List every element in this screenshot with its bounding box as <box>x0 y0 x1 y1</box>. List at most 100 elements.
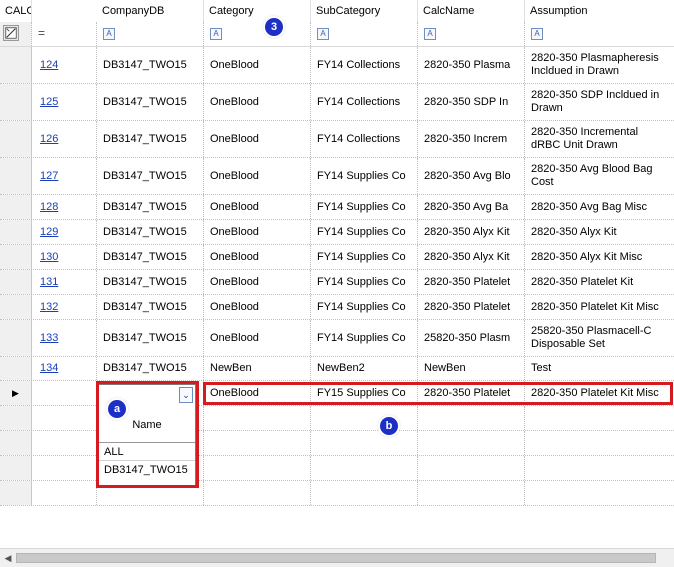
calcname-cell[interactable]: 2820-350 Platelet <box>418 270 525 294</box>
category-cell[interactable]: OneBlood <box>204 47 311 83</box>
table-row[interactable]: 128 DB3147_TWO15 OneBlood FY14 Supplies … <box>0 195 674 220</box>
table-row[interactable]: 124 DB3147_TWO15 OneBlood FY14 Collectio… <box>0 47 674 84</box>
companydb-cell[interactable]: DB3147_TWO15 <box>97 245 204 269</box>
row-selector[interactable] <box>0 47 32 83</box>
subcategory-cell[interactable]: FY14 Supplies Co <box>311 220 418 244</box>
row-selector[interactable]: ▶ <box>0 381 32 405</box>
subcategory-cell[interactable]: FY14 Supplies Co <box>311 245 418 269</box>
calcid-link[interactable]: 131 <box>32 270 97 294</box>
text-filter-icon[interactable]: A <box>210 28 222 40</box>
row-selector[interactable] <box>0 357 32 380</box>
calcid-link[interactable]: 125 <box>32 84 97 120</box>
category-cell[interactable]: OneBlood <box>204 320 311 356</box>
row-selector[interactable] <box>0 245 32 269</box>
filter-clear-cell[interactable] <box>0 22 32 46</box>
calcname-cell[interactable]: 2820-350 Plasma <box>418 47 525 83</box>
table-row[interactable]: 130 DB3147_TWO15 OneBlood FY14 Supplies … <box>0 245 674 270</box>
filter-clear-icon[interactable] <box>3 25 19 41</box>
assumption-cell[interactable]: 2820-350 Platelet Kit Misc <box>525 295 674 319</box>
horizontal-scrollbar[interactable]: ◀ <box>0 548 674 567</box>
assumption-cell[interactable]: 2820-350 Alyx Kit Misc <box>525 245 674 269</box>
filter-cell-subcategory[interactable]: A <box>311 22 418 46</box>
text-filter-icon[interactable]: A <box>531 28 543 40</box>
subcategory-cell[interactable]: FY14 Supplies Co <box>311 320 418 356</box>
calcid-link[interactable]: 127 <box>32 158 97 194</box>
category-cell[interactable]: OneBlood <box>204 295 311 319</box>
companydb-cell[interactable]: DB3147_TWO15 <box>97 270 204 294</box>
assumption-cell[interactable]: 25820-350 Plasmacell-C Disposable Set <box>525 320 674 356</box>
filter-cell-calcname[interactable]: A <box>418 22 525 46</box>
companydb-cell[interactable]: DB3147_TWO15 <box>97 121 204 157</box>
text-filter-icon[interactable]: A <box>424 28 436 40</box>
row-selector[interactable] <box>0 481 32 505</box>
calcname-cell[interactable]: 2820-350 Platelet <box>418 295 525 319</box>
column-header-assumption[interactable]: Assumption <box>525 0 674 22</box>
table-row[interactable]: 131 DB3147_TWO15 OneBlood FY14 Supplies … <box>0 270 674 295</box>
assumption-cell[interactable]: 2820-350 Incremental dRBC Unit Drawn <box>525 121 674 157</box>
assumption-cell[interactable]: 2820-350 Avg Bag Misc <box>525 195 674 219</box>
companydb-cell[interactable]: DB3147_TWO15 <box>97 158 204 194</box>
column-header-subcategory[interactable]: SubCategory <box>311 0 418 22</box>
assumption-cell[interactable]: 2820-350 Platelet Kit <box>525 270 674 294</box>
category-cell[interactable]: NewBen <box>204 357 311 380</box>
category-cell[interactable]: OneBlood <box>204 84 311 120</box>
column-header-calcname[interactable]: CalcName <box>418 0 525 22</box>
row-selector[interactable] <box>0 195 32 219</box>
calcname-cell[interactable]: 2820-350 Avg Ba <box>418 195 525 219</box>
calcid-link[interactable]: 124 <box>32 47 97 83</box>
table-row[interactable]: 125 DB3147_TWO15 OneBlood FY14 Collectio… <box>0 84 674 121</box>
column-header-category[interactable]: Category <box>204 0 311 22</box>
companydb-cell[interactable]: DB3147_TWO15 <box>97 320 204 356</box>
companydb-cell[interactable]: DB3147_TWO15 <box>97 195 204 219</box>
filter-cell-category[interactable]: A <box>204 22 311 46</box>
row-selector[interactable] <box>0 406 32 430</box>
category-cell[interactable]: OneBlood <box>204 245 311 269</box>
calcid-link[interactable]: 132 <box>32 295 97 319</box>
calcid-cell[interactable] <box>32 381 97 405</box>
table-row[interactable]: 133 DB3147_TWO15 OneBlood FY14 Supplies … <box>0 320 674 357</box>
subcategory-cell[interactable]: NewBen2 <box>311 357 418 380</box>
category-cell[interactable]: OneBlood <box>204 220 311 244</box>
scroll-left-icon[interactable]: ◀ <box>2 552 14 564</box>
subcategory-cell[interactable]: FY14 Supplies Co <box>311 295 418 319</box>
category-cell[interactable]: OneBlood <box>204 158 311 194</box>
subcategory-cell[interactable]: FY14 Collections <box>311 84 418 120</box>
assumption-cell[interactable]: Test <box>525 357 674 380</box>
calcid-link[interactable]: 134 <box>32 357 97 380</box>
subcategory-cell[interactable]: FY14 Collections <box>311 121 418 157</box>
table-row[interactable]: 132 DB3147_TWO15 OneBlood FY14 Supplies … <box>0 295 674 320</box>
table-row[interactable]: 129 DB3147_TWO15 OneBlood FY14 Supplies … <box>0 220 674 245</box>
filter-cell-companydb[interactable]: A <box>97 22 204 46</box>
text-filter-icon[interactable]: A <box>317 28 329 40</box>
calcid-link[interactable]: 129 <box>32 220 97 244</box>
column-header-companydb[interactable]: CompanyDB <box>97 0 204 22</box>
row-selector[interactable] <box>0 220 32 244</box>
calcname-cell[interactable]: 2820-350 Avg Blo <box>418 158 525 194</box>
row-selector[interactable] <box>0 158 32 194</box>
row-selector[interactable] <box>0 121 32 157</box>
subcategory-cell[interactable]: FY14 Collections <box>311 47 418 83</box>
filter-cell-assumption[interactable]: A <box>525 22 674 46</box>
subcategory-cell[interactable]: FY14 Supplies Co <box>311 270 418 294</box>
calcname-cell[interactable]: 2820-350 Alyx Kit <box>418 245 525 269</box>
calcname-cell[interactable]: 2820-350 Alyx Kit <box>418 220 525 244</box>
row-selector[interactable] <box>0 456 32 480</box>
assumption-cell[interactable]: 2820-350 Avg Blood Bag Cost <box>525 158 674 194</box>
subcategory-cell[interactable]: FY14 Supplies Co <box>311 158 418 194</box>
table-row[interactable]: 126 DB3147_TWO15 OneBlood FY14 Collectio… <box>0 121 674 158</box>
companydb-cell[interactable]: DB3147_TWO15 <box>97 357 204 380</box>
row-selector[interactable] <box>0 431 32 455</box>
filter-cell-calcid[interactable]: = <box>32 22 97 46</box>
calcname-cell[interactable]: NewBen <box>418 357 525 380</box>
assumption-cell[interactable]: 2820-350 Alyx Kit <box>525 220 674 244</box>
scrollbar-thumb[interactable] <box>16 553 656 563</box>
assumption-cell[interactable]: 2820-350 Plasmapheresis Incldued in Draw… <box>525 47 674 83</box>
equals-operator-icon[interactable]: = <box>38 26 45 40</box>
calcname-cell[interactable]: 2820-350 SDP In <box>418 84 525 120</box>
row-selector[interactable] <box>0 320 32 356</box>
category-cell[interactable]: OneBlood <box>204 270 311 294</box>
calcname-cell[interactable]: 2820-350 Increm <box>418 121 525 157</box>
assumption-cell[interactable]: 2820-350 SDP Incldued in Drawn <box>525 84 674 120</box>
calcid-link[interactable]: 130 <box>32 245 97 269</box>
calcname-cell[interactable]: 25820-350 Plasm <box>418 320 525 356</box>
